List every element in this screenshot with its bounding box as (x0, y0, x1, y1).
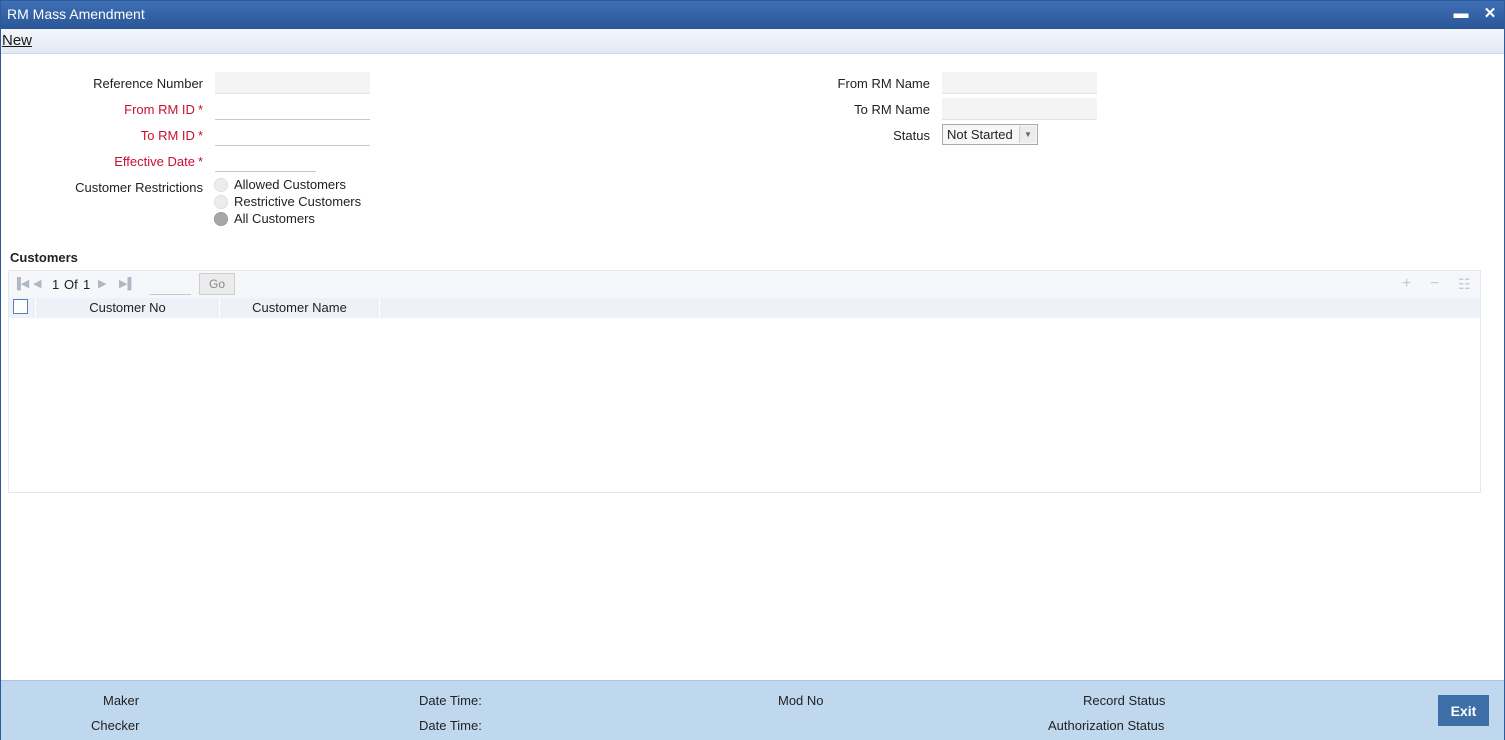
status-label: Status (893, 128, 930, 143)
required-marker: * (197, 154, 203, 169)
mod-no-label: Mod No (778, 693, 824, 708)
radio-all-customers-dot[interactable] (214, 212, 228, 226)
from-rm-id-field[interactable] (215, 98, 370, 120)
window-title: RM Mass Amendment (7, 6, 145, 22)
column-header-customer-no[interactable]: Customer No (36, 298, 220, 318)
to-rm-id-field[interactable] (215, 124, 370, 146)
grid-toolbar: ▐◀ ◀ 1 Of 1 ▶ ▶▌ Go + − ☷ (9, 271, 1480, 298)
status-select-value: Not Started (947, 127, 1013, 142)
select-all-checkbox[interactable] (13, 299, 28, 314)
required-marker: * (197, 128, 203, 143)
page-of-label: Of (64, 277, 78, 292)
record-status-label: Record Status (1083, 693, 1166, 708)
minimize-icon[interactable]: ▬ (1450, 3, 1472, 25)
chevron-down-icon[interactable]: ▼ (1019, 126, 1036, 143)
effective-date-field[interactable] (215, 150, 316, 172)
from-rm-id-label-text: From RM ID (124, 102, 195, 117)
menu-bar: New (1, 29, 1504, 54)
go-button[interactable]: Go (199, 273, 235, 295)
reference-number-label: Reference Number (93, 76, 203, 91)
new-menu-item[interactable]: New (2, 32, 32, 49)
first-page-icon[interactable]: ▐◀ (13, 277, 29, 290)
customers-grid: ▐◀ ◀ 1 Of 1 ▶ ▶▌ Go + − ☷ Customer No Cu… (8, 270, 1481, 493)
customer-restrictions-label: Customer Restrictions (75, 180, 203, 195)
from-rm-name-field[interactable] (942, 72, 1097, 94)
checker-label: Checker (91, 718, 140, 733)
next-page-icon[interactable]: ▶ (98, 277, 106, 290)
audit-footer: Maker Checker Date Time: Date Time: Mod … (1, 680, 1504, 740)
exit-button[interactable]: Exit (1438, 695, 1489, 726)
current-page: 1 (52, 277, 60, 292)
delete-row-icon[interactable]: − (1430, 275, 1439, 293)
grid-header: Customer No Customer Name (9, 298, 1480, 318)
required-marker: * (197, 102, 203, 117)
single-view-icon[interactable]: ☷ (1458, 276, 1471, 293)
page-number-input[interactable] (150, 274, 191, 295)
radio-restrictive-customers-dot[interactable] (214, 195, 228, 209)
previous-page-icon[interactable]: ◀ (33, 277, 41, 290)
to-rm-name-field[interactable] (942, 98, 1097, 120)
total-pages: 1 (83, 277, 91, 292)
from-rm-id-label: From RM ID * (41, 102, 203, 117)
checker-date-time-label: Date Time: (419, 718, 482, 733)
radio-all-customers-label: All Customers (234, 211, 315, 226)
radio-allowed-customers-dot[interactable] (214, 178, 228, 192)
authorization-status-label: Authorization Status (1048, 718, 1165, 733)
reference-number-field[interactable] (215, 72, 370, 94)
to-rm-id-label-text: To RM ID (140, 128, 195, 143)
to-rm-name-label: To RM Name (854, 102, 930, 117)
effective-date-label-text: Effective Date (114, 154, 195, 169)
rm-mass-amendment-window: RM Mass Amendment ▬ ✕ New Reference Numb… (0, 0, 1505, 740)
from-rm-name-label: From RM Name (837, 76, 930, 91)
maker-date-time-label: Date Time: (419, 693, 482, 708)
column-header-customer-name[interactable]: Customer Name (220, 298, 380, 318)
customers-section-title: Customers (10, 250, 78, 265)
radio-restrictive-customers-label: Restrictive Customers (234, 194, 362, 209)
to-rm-id-label: To RM ID * (41, 128, 203, 143)
close-icon[interactable]: ✕ (1479, 3, 1501, 25)
last-page-icon[interactable]: ▶▌ (119, 277, 135, 290)
effective-date-label: Effective Date * (41, 154, 203, 169)
maker-label: Maker (103, 693, 140, 708)
add-row-icon[interactable]: + (1402, 275, 1411, 293)
radio-allowed-customers-label: Allowed Customers (234, 177, 346, 192)
status-select[interactable]: Not Started ▼ (942, 124, 1038, 145)
title-bar: RM Mass Amendment ▬ ✕ (1, 1, 1504, 29)
select-all-cell (9, 298, 36, 318)
